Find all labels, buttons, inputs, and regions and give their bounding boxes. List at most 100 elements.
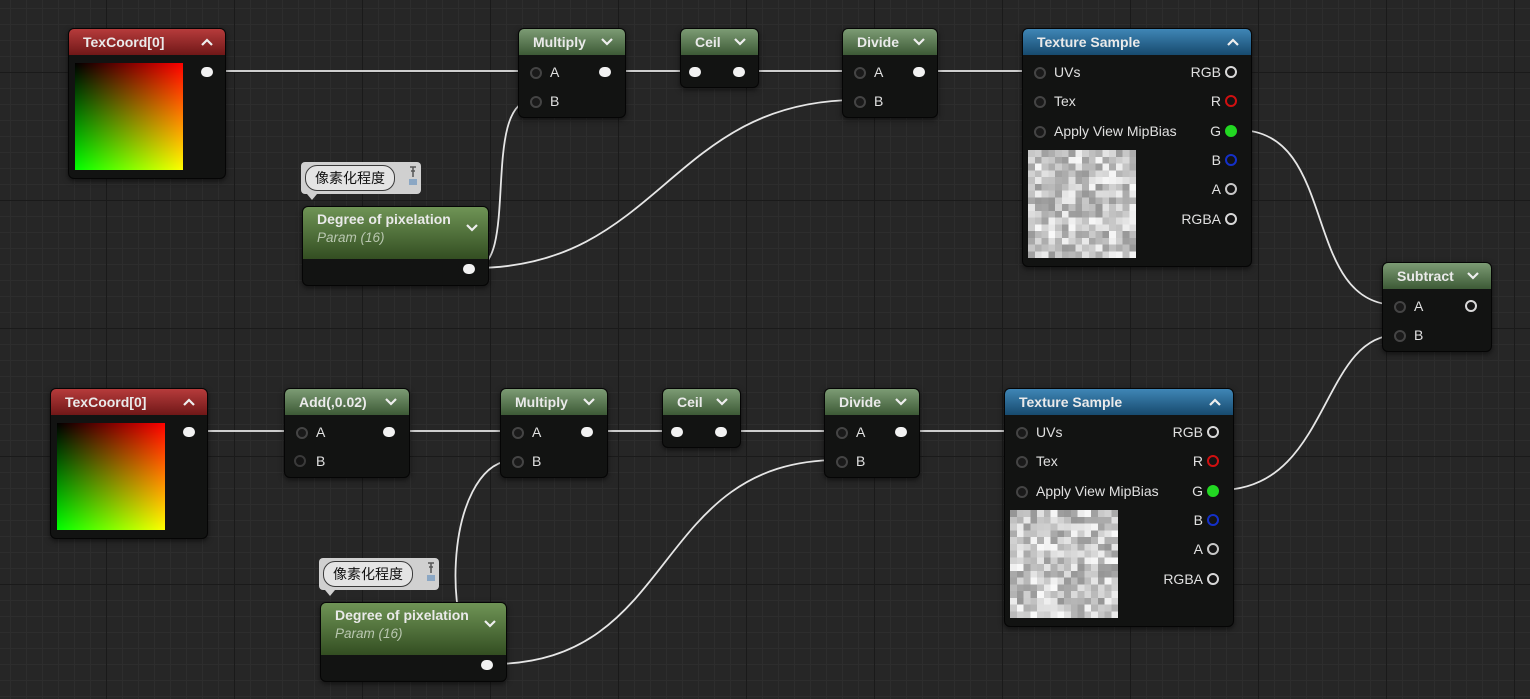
noise-texel [1111,516,1118,524]
chevron-down-icon[interactable] [581,394,597,410]
output-pin-g[interactable] [1225,125,1237,137]
chevron-up-icon[interactable] [181,394,197,410]
ceil-node[interactable]: Ceil [662,388,741,448]
param-node[interactable]: Degree of pixelation Param (16) [320,602,507,682]
chevron-down-icon[interactable] [1465,268,1481,284]
pin-label-b: B [316,453,326,469]
input-pin-mipbias[interactable] [1034,126,1046,138]
input-pin-b[interactable] [530,96,542,108]
node-header[interactable]: Degree of pixelation Param (16) [303,207,488,259]
output-pin[interactable] [383,427,395,437]
pin-icon[interactable] [426,561,436,583]
output-pin-rgb[interactable] [1225,66,1237,78]
input-pin-a[interactable] [836,427,848,439]
output-pin[interactable] [463,264,475,274]
input-pin-b[interactable] [854,96,866,108]
output-pin[interactable] [733,67,745,77]
param-node[interactable]: Degree of pixelation Param (16) [302,206,489,286]
chevron-down-icon[interactable] [599,34,615,50]
noise-texel [1070,604,1078,612]
node-header[interactable]: TexCoord[0] [69,29,225,55]
node-header[interactable]: Add(,0.02) [285,389,409,415]
node-header[interactable]: Divide [825,389,919,415]
node-header[interactable]: TexCoord[0] [51,389,207,415]
output-pin[interactable] [581,427,593,437]
output-pin-rgba[interactable] [1207,573,1219,585]
output-pin[interactable] [183,427,195,437]
input-pin-b[interactable] [836,456,848,468]
input-pin-a[interactable] [530,67,542,79]
input-pin-a[interactable] [296,427,308,439]
noise-texel [1023,550,1031,558]
add-node[interactable]: Add(,0.02) A B [284,388,410,478]
node-header[interactable]: Ceil [681,29,758,55]
node-header[interactable]: Divide [843,29,937,55]
node-header[interactable]: Subtract [1383,263,1491,289]
output-pin-g[interactable] [1207,485,1219,497]
output-pin[interactable] [201,67,213,77]
input-pin-b[interactable] [512,456,524,468]
node-header[interactable]: Multiply [501,389,607,415]
multiply-node[interactable]: Multiply A B [518,28,626,118]
input-pin[interactable] [689,67,701,77]
output-pin-rgb[interactable] [1207,426,1219,438]
noise-texel [1016,584,1024,591]
node-header[interactable]: Degree of pixelation Param (16) [321,603,506,655]
chevron-up-icon[interactable] [1207,394,1223,410]
texcoord-node[interactable]: TexCoord[0] [68,28,226,179]
texcoord-node[interactable]: TexCoord[0] [50,388,208,539]
noise-texel [1048,170,1055,177]
comment-bubble[interactable]: 像素化程度 [319,558,439,596]
input-pin-b[interactable] [294,455,306,467]
output-pin-b[interactable] [1225,154,1237,166]
chevron-down-icon[interactable] [383,394,399,410]
output-pin-rgba[interactable] [1225,213,1237,225]
texture-sample-node[interactable]: Texture Sample UVs Tex Apply View MipBia… [1004,388,1234,627]
noise-texel [1061,197,1069,204]
input-pin[interactable] [671,427,683,437]
input-pin-b[interactable] [1394,330,1406,342]
output-pin[interactable] [715,427,727,437]
subtract-node[interactable]: Subtract A B [1382,262,1492,352]
chevron-down-icon[interactable] [482,616,498,632]
noise-texel [1016,557,1024,564]
output-pin[interactable] [481,660,493,670]
node-header[interactable]: Texture Sample [1005,389,1233,415]
texture-sample-node[interactable]: Texture Sample UVs Tex Apply View MipBia… [1022,28,1252,267]
noise-texel [1055,204,1062,211]
node-header[interactable]: Ceil [663,389,740,415]
output-pin-a[interactable] [1225,183,1237,195]
ceil-node[interactable]: Ceil [680,28,759,88]
input-pin-a[interactable] [1394,301,1406,313]
input-pin-mipbias[interactable] [1016,486,1028,498]
divide-node[interactable]: Divide A B [842,28,938,118]
pin-icon[interactable] [408,165,418,187]
output-pin[interactable] [895,427,907,437]
input-pin-uvs[interactable] [1016,427,1028,439]
input-pin-a[interactable] [512,427,524,439]
output-pin-a[interactable] [1207,543,1219,555]
node-header[interactable]: Multiply [519,29,625,55]
comment-bubble[interactable]: 像素化程度 [301,162,421,200]
divide-node[interactable]: Divide A B [824,388,920,478]
input-pin-tex[interactable] [1034,96,1046,108]
input-pin-uvs[interactable] [1034,67,1046,79]
chevron-down-icon[interactable] [893,394,909,410]
chevron-up-icon[interactable] [199,34,215,50]
output-pin-r[interactable] [1207,455,1219,467]
chevron-up-icon[interactable] [1225,34,1241,50]
chevron-down-icon[interactable] [714,394,730,410]
node-header[interactable]: Texture Sample [1023,29,1251,55]
output-pin[interactable] [599,67,611,77]
input-pin-a[interactable] [854,67,866,79]
noise-texel [1016,564,1024,571]
chevron-down-icon[interactable] [732,34,748,50]
chevron-down-icon[interactable] [911,34,927,50]
multiply-node[interactable]: Multiply A B [500,388,608,478]
output-pin[interactable] [1465,300,1477,312]
chevron-down-icon[interactable] [464,220,480,236]
input-pin-tex[interactable] [1016,456,1028,468]
output-pin[interactable] [913,67,925,77]
output-pin-b[interactable] [1207,514,1219,526]
output-pin-r[interactable] [1225,95,1237,107]
